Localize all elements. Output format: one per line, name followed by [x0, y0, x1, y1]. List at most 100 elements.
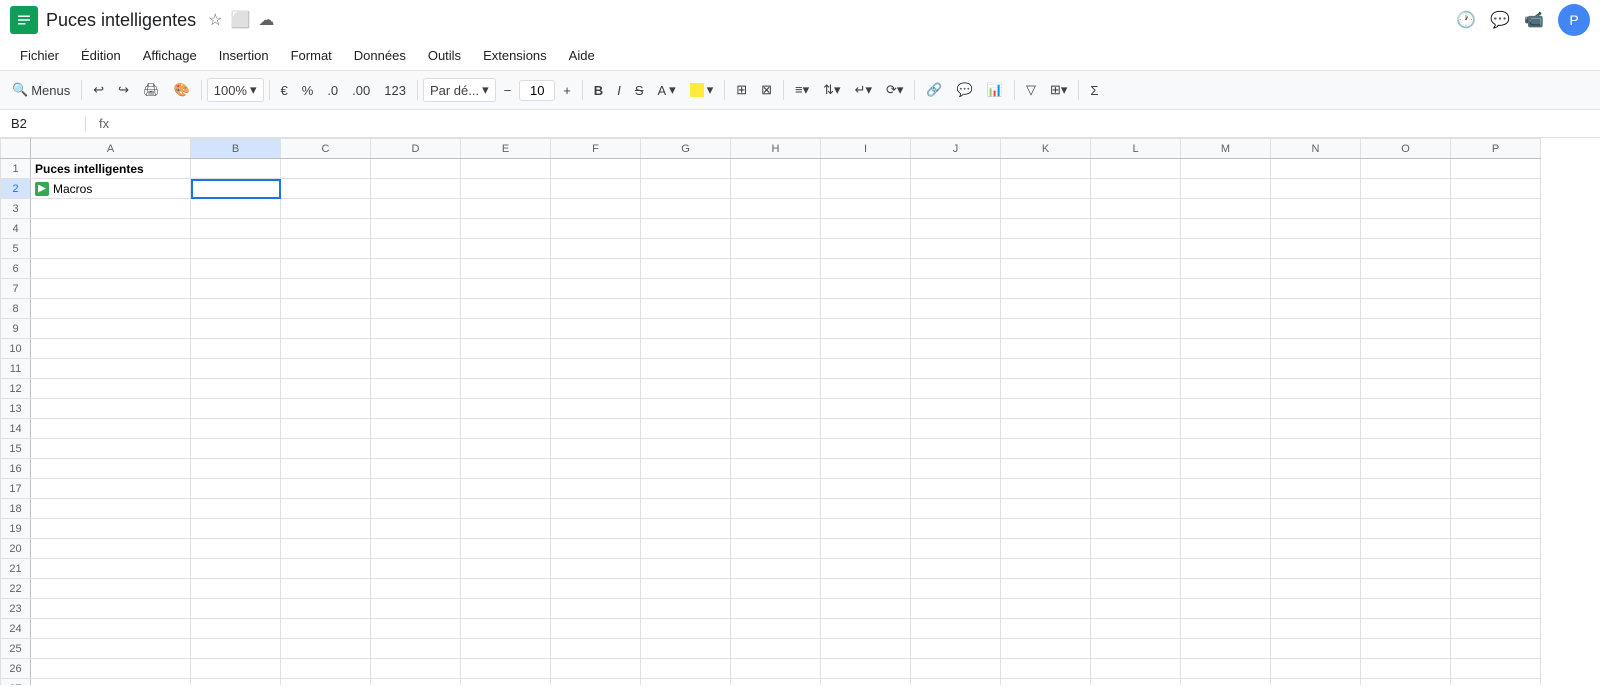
cell-O7[interactable] [1361, 279, 1451, 299]
cell-K9[interactable] [1001, 319, 1091, 339]
cell-F26[interactable] [551, 659, 641, 679]
cell-K14[interactable] [1001, 419, 1091, 439]
cell-N7[interactable] [1271, 279, 1361, 299]
cell-P18[interactable] [1451, 499, 1541, 519]
cell-G23[interactable] [641, 599, 731, 619]
cell-M23[interactable] [1181, 599, 1271, 619]
row-num-6[interactable]: 6 [1, 259, 31, 279]
row-num-25[interactable]: 25 [1, 639, 31, 659]
cell-E15[interactable] [461, 439, 551, 459]
cell-I6[interactable] [821, 259, 911, 279]
cell-G27[interactable] [641, 679, 731, 686]
cell-P12[interactable] [1451, 379, 1541, 399]
cell-G13[interactable] [641, 399, 731, 419]
halign-button[interactable]: ≡▾ [789, 78, 815, 102]
cell-O18[interactable] [1361, 499, 1451, 519]
italic-button[interactable]: I [611, 79, 627, 102]
cell-C3[interactable] [281, 199, 371, 219]
cell-reference[interactable]: B2 [6, 115, 76, 132]
cell-N27[interactable] [1271, 679, 1361, 686]
cell-O24[interactable] [1361, 619, 1451, 639]
chart-button[interactable]: 📊 [981, 78, 1009, 102]
cell-E27[interactable] [461, 679, 551, 686]
row-num-24[interactable]: 24 [1, 619, 31, 639]
cell-I23[interactable] [821, 599, 911, 619]
paint-format-button[interactable]: 🎨 [168, 78, 196, 102]
menu-outils[interactable]: Outils [418, 44, 471, 67]
cell-K16[interactable] [1001, 459, 1091, 479]
col-header-N[interactable]: N [1271, 139, 1361, 159]
cell-G3[interactable] [641, 199, 731, 219]
undo-button[interactable]: ↩ [87, 78, 110, 102]
cell-O23[interactable] [1361, 599, 1451, 619]
cell-D25[interactable] [371, 639, 461, 659]
row-num-23[interactable]: 23 [1, 599, 31, 619]
cell-C25[interactable] [281, 639, 371, 659]
cell-P24[interactable] [1451, 619, 1541, 639]
cell-L10[interactable] [1091, 339, 1181, 359]
cell-F25[interactable] [551, 639, 641, 659]
cell-D20[interactable] [371, 539, 461, 559]
cell-C18[interactable] [281, 499, 371, 519]
cell-G1[interactable] [641, 159, 731, 179]
cell-E14[interactable] [461, 419, 551, 439]
cell-A15[interactable] [31, 439, 191, 459]
cell-G10[interactable] [641, 339, 731, 359]
cell-M10[interactable] [1181, 339, 1271, 359]
row-num-18[interactable]: 18 [1, 499, 31, 519]
cell-E20[interactable] [461, 539, 551, 559]
cell-M15[interactable] [1181, 439, 1271, 459]
cell-H10[interactable] [731, 339, 821, 359]
col-header-I[interactable]: I [821, 139, 911, 159]
cell-D10[interactable] [371, 339, 461, 359]
cell-C23[interactable] [281, 599, 371, 619]
cell-G22[interactable] [641, 579, 731, 599]
cell-J8[interactable] [911, 299, 1001, 319]
cell-I21[interactable] [821, 559, 911, 579]
cell-J13[interactable] [911, 399, 1001, 419]
cell-N23[interactable] [1271, 599, 1361, 619]
cell-O4[interactable] [1361, 219, 1451, 239]
cell-H4[interactable] [731, 219, 821, 239]
cell-G7[interactable] [641, 279, 731, 299]
cell-I13[interactable] [821, 399, 911, 419]
cell-M4[interactable] [1181, 219, 1271, 239]
cell-B3[interactable] [191, 199, 281, 219]
cell-K20[interactable] [1001, 539, 1091, 559]
cell-C26[interactable] [281, 659, 371, 679]
cell-C6[interactable] [281, 259, 371, 279]
cell-L8[interactable] [1091, 299, 1181, 319]
cell-E19[interactable] [461, 519, 551, 539]
cell-P11[interactable] [1451, 359, 1541, 379]
cell-A26[interactable] [31, 659, 191, 679]
cell-I18[interactable] [821, 499, 911, 519]
cell-K15[interactable] [1001, 439, 1091, 459]
cell-E3[interactable] [461, 199, 551, 219]
cell-M8[interactable] [1181, 299, 1271, 319]
cell-H25[interactable] [731, 639, 821, 659]
cell-M18[interactable] [1181, 499, 1271, 519]
cell-C10[interactable] [281, 339, 371, 359]
cell-D7[interactable] [371, 279, 461, 299]
cell-G4[interactable] [641, 219, 731, 239]
cell-O16[interactable] [1361, 459, 1451, 479]
col-header-G[interactable]: G [641, 139, 731, 159]
cell-O3[interactable] [1361, 199, 1451, 219]
comment-icon[interactable]: 💬 [1490, 10, 1510, 30]
cell-L12[interactable] [1091, 379, 1181, 399]
row-num-16[interactable]: 16 [1, 459, 31, 479]
cell-G16[interactable] [641, 459, 731, 479]
cell-P10[interactable] [1451, 339, 1541, 359]
cell-P17[interactable] [1451, 479, 1541, 499]
cell-O26[interactable] [1361, 659, 1451, 679]
cell-F16[interactable] [551, 459, 641, 479]
cell-B21[interactable] [191, 559, 281, 579]
cell-L17[interactable] [1091, 479, 1181, 499]
cell-P23[interactable] [1451, 599, 1541, 619]
row-num-13[interactable]: 13 [1, 399, 31, 419]
cell-G8[interactable] [641, 299, 731, 319]
cell-P8[interactable] [1451, 299, 1541, 319]
cell-L4[interactable] [1091, 219, 1181, 239]
row-num-10[interactable]: 10 [1, 339, 31, 359]
cell-O12[interactable] [1361, 379, 1451, 399]
